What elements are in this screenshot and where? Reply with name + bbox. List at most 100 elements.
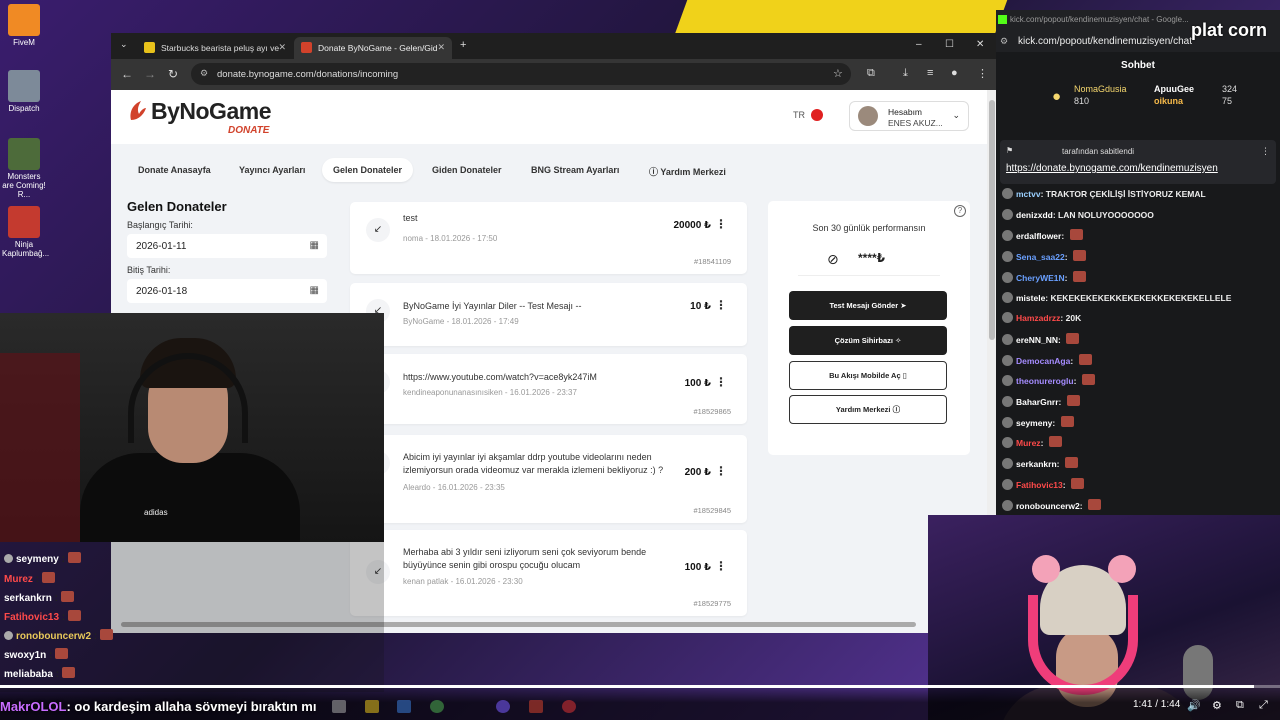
taskbar-app-icon[interactable] <box>562 700 576 713</box>
nav-incoming-donations[interactable]: Gelen Donateler <box>322 158 414 182</box>
chrome-icon[interactable] <box>430 700 444 713</box>
reload-icon[interactable]: ↻ <box>168 67 178 81</box>
taskbar-app-icon[interactable] <box>397 700 411 713</box>
chat-username[interactable]: denizxdd <box>1016 210 1053 220</box>
maximize-icon[interactable]: ☐ <box>945 39 954 50</box>
close-icon[interactable]: ✕ <box>437 42 445 53</box>
nav-bng-stream-settings[interactable]: BNG Stream Ayarları <box>520 158 630 182</box>
donation-id: #18529845 <box>693 506 731 515</box>
chat-username[interactable]: ereNN_NN <box>1016 335 1058 345</box>
emote-icon <box>1072 250 1086 261</box>
chat-username[interactable]: Fatihovic13 <box>1016 480 1063 490</box>
solution-wizard-button[interactable]: Çözüm Sihirbazı ✧ <box>789 326 947 355</box>
nav-outgoing-donations[interactable]: Giden Donateler <box>421 158 513 182</box>
tab-label: Starbucks bearista peluş ayı ve <box>161 43 280 53</box>
language-selector[interactable]: TR <box>793 110 805 120</box>
more-options-icon[interactable]: ⋮ <box>715 298 727 312</box>
bear-ear-right <box>1108 555 1136 583</box>
emote-icon <box>1066 395 1080 406</box>
chat-username[interactable]: seymeny <box>1016 418 1052 428</box>
tab-bynogame[interactable]: Donate ByNoGame - Gelen/Gid ✕ <box>294 37 452 59</box>
desktop-icon-ninja[interactable]: Ninja Kaplumbağ... <box>2 206 49 258</box>
calendar-icon[interactable]: ▦ <box>310 240 319 251</box>
more-options-icon[interactable]: ⋮ <box>715 375 727 389</box>
site-info-icon[interactable]: ⚙ <box>1000 36 1008 47</box>
taskbar-app-icon[interactable] <box>332 700 346 713</box>
chat-text: KEKEKEKEKEKKEKEKEKKEKEKEKELLELE <box>1050 293 1232 303</box>
open-mobile-button[interactable]: Bu Akışı Mobilde Aç ▯ <box>789 361 947 390</box>
chat-username[interactable]: CheryWE1N <box>1016 273 1065 283</box>
url-field[interactable]: ⚙ donate.bynogame.com/donations/incoming <box>191 63 851 85</box>
taskbar-app-icon[interactable] <box>496 700 510 713</box>
new-tab-icon[interactable]: + <box>460 39 466 51</box>
avatar <box>1002 251 1013 262</box>
chat-message: BaharGnrr: <box>1002 395 1080 407</box>
desktop-icon-dispatch[interactable]: Dispatch <box>2 70 46 113</box>
more-options-icon[interactable]: ⋮ <box>715 217 727 231</box>
help-icon[interactable]: ? <box>954 205 966 217</box>
end-date-field[interactable]: 2026-01-18 ▦ <box>127 279 327 303</box>
menu-icon[interactable]: ⋮ <box>977 67 988 80</box>
back-icon[interactable]: ← <box>121 67 133 81</box>
media-icon[interactable]: ≡ <box>927 67 933 79</box>
fullscreen-icon[interactable]: ⤢ <box>1259 699 1268 712</box>
donation-card[interactable]: ↙ Merhaba abi 3 yıldır seni izliyorum se… <box>350 530 747 616</box>
fivem-icon <box>8 4 40 36</box>
nav-help-center[interactable]: ⓘ Yardım Merkezi <box>638 158 737 182</box>
start-date-field[interactable]: 2026-01-11 ▦ <box>127 234 327 258</box>
donation-amount: 200 ₺ <box>684 467 711 478</box>
volume-icon[interactable]: 🔊 <box>1187 699 1201 712</box>
desktop-icon-fivem[interactable]: FiveM <box>2 4 46 47</box>
taskbar-app-icon[interactable] <box>529 700 543 713</box>
close-icon[interactable]: ✕ <box>278 42 286 53</box>
calendar-icon[interactable]: ▦ <box>310 285 319 296</box>
donation-card[interactable]: ↙ ByNoGame İyi Yayınlar Diler -- Test Me… <box>350 283 747 346</box>
chat-username[interactable]: BaharGnrr <box>1016 397 1059 407</box>
folder-icon[interactable] <box>365 700 379 713</box>
help-center-button[interactable]: Yardım Merkezi ⓘ <box>789 395 947 424</box>
nav-streamer-settings[interactable]: Yayıncı Ayarları <box>228 158 316 182</box>
account-menu[interactable]: Hesabım ENES AKUZ... ⌄ <box>849 101 969 131</box>
donation-amount: 100 ₺ <box>684 562 711 573</box>
chat-username[interactable]: serkankrn <box>1016 459 1057 469</box>
chat-username[interactable]: Hamzadrzz <box>1016 313 1060 323</box>
close-window-icon[interactable]: ✕ <box>976 39 984 50</box>
chat-username[interactable]: erdalflower <box>1016 231 1061 241</box>
chat-message: denizxdd: LAN NOLUYOOOOOOO <box>1002 209 1154 220</box>
tab-starbucks[interactable]: Starbucks bearista peluş ayı ve ✕ <box>137 37 293 59</box>
pinned-link[interactable]: https://donate.bynogame.com/kendinemuzis… <box>1006 163 1218 174</box>
more-options-icon[interactable]: ⋮ <box>715 559 727 573</box>
more-options-icon[interactable]: ⋮ <box>715 464 727 478</box>
bookmark-star-icon[interactable]: ☆ <box>833 67 843 80</box>
forward-icon[interactable]: → <box>144 67 156 81</box>
help-icon: ⓘ <box>892 405 901 414</box>
donation-card[interactable]: ↙ Abicim iyi yayınlar iyi akşamlar ddrp … <box>350 435 747 523</box>
chat-username[interactable]: mctvv <box>1016 189 1041 199</box>
site-info-icon[interactable]: ⚙ <box>200 68 208 79</box>
chat-username[interactable]: theonureroglu <box>1016 376 1074 386</box>
pinned-message[interactable]: ⚑ tarafından sabitlendi https://donate.b… <box>1000 140 1276 184</box>
desktop-icon-monsters[interactable]: Monsters are Coming! R... <box>2 138 46 199</box>
extensions-icon[interactable]: ⧉ <box>867 67 875 80</box>
progress-bar[interactable] <box>0 685 1280 688</box>
chat-username[interactable]: Murez <box>1016 438 1041 448</box>
donation-card[interactable]: ↙ https://www.youtube.com/watch?v=ace8yk… <box>350 354 747 424</box>
eye-off-icon[interactable]: ⊘ <box>827 251 839 268</box>
donation-id: #18541109 <box>694 257 731 266</box>
chat-username[interactable]: ronobouncerw2 <box>1016 501 1080 511</box>
donation-message: test <box>403 213 418 223</box>
settings-gear-icon[interactable]: ⚙ <box>1212 699 1222 712</box>
minimize-icon[interactable]: – <box>916 39 922 50</box>
nav-donate-home[interactable]: Donate Anasayfa <box>127 158 222 182</box>
chat-username[interactable]: mistele <box>1016 293 1045 303</box>
profile-icon[interactable]: ● <box>951 67 958 79</box>
download-icon[interactable]: ⤓ <box>903 67 908 80</box>
test-message-button[interactable]: Test Mesajı Gönder ➤ <box>789 291 947 320</box>
more-options-icon[interactable]: ⋮ <box>1261 146 1270 157</box>
donation-card[interactable]: ↙ test noma - 18.01.2026 - 17:50 20000 ₺… <box>350 202 747 274</box>
chat-username[interactable]: Sena_saa22 <box>1016 252 1065 262</box>
tab-search-icon[interactable]: ⌄ <box>120 39 128 50</box>
picture-in-picture-icon[interactable]: ⧉ <box>1236 699 1244 712</box>
chat-username[interactable]: DemocanAga <box>1016 356 1070 366</box>
scrollbar-thumb[interactable] <box>989 100 995 340</box>
